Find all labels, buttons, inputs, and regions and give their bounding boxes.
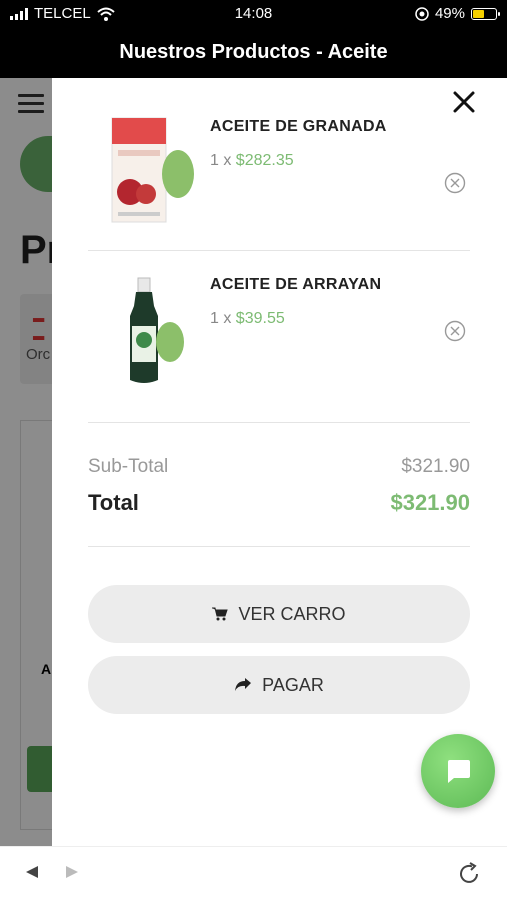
- cart-item-name[interactable]: ACEITE DE ARRAYAN: [210, 276, 381, 294]
- total-label: Total: [88, 490, 139, 515]
- qty-prefix: 1 x: [210, 152, 236, 169]
- battery-percent: 49%: [434, 5, 465, 22]
- page-title: Nuestros Productos - Aceite: [0, 28, 507, 78]
- checkout-label: PAGAR: [262, 674, 324, 695]
- view-cart-button[interactable]: VER CARRO: [88, 585, 470, 643]
- product-image-granada[interactable]: [106, 114, 198, 232]
- back-arrow-icon[interactable]: [24, 865, 40, 879]
- cart-icon: [212, 607, 229, 621]
- divider: [88, 422, 470, 423]
- qty-prefix: 1 x: [210, 310, 236, 327]
- cart-item: ACEITE DE GRANADA 1 x $282.35: [88, 114, 470, 244]
- forward-arrow-icon[interactable]: [64, 865, 80, 879]
- cart-item-price: $282.35: [235, 152, 294, 169]
- battery-icon: [471, 7, 500, 20]
- subtotal-value: $321.90: [401, 456, 470, 477]
- divider: [88, 250, 470, 251]
- total-value: $321.90: [390, 490, 470, 515]
- share-arrow-icon: [235, 678, 252, 691]
- remove-icon[interactable]: [444, 320, 466, 342]
- remove-icon[interactable]: [444, 172, 466, 194]
- chat-button[interactable]: [421, 734, 495, 808]
- cart-item: ACEITE DE ARRAYAN 1 x $39.55: [88, 276, 470, 394]
- cart-item-qty: 1 x $39.55: [210, 310, 285, 328]
- browser-bottom-bar: [0, 846, 507, 900]
- cart-item-name[interactable]: ACEITE DE GRANADA: [210, 118, 387, 136]
- chat-icon: [448, 760, 470, 783]
- divider: [88, 546, 470, 547]
- status-bar: TELCEL 14:08 49%: [0, 0, 507, 28]
- location-icon: [415, 6, 429, 21]
- cart-item-qty: 1 x $282.35: [210, 152, 294, 170]
- close-icon[interactable]: [450, 88, 478, 116]
- checkout-button[interactable]: PAGAR: [88, 656, 470, 714]
- status-right: 49%: [415, 5, 500, 22]
- product-image-arrayan[interactable]: [106, 276, 198, 394]
- reload-icon[interactable]: [456, 861, 482, 887]
- subtotal-label: Sub-Total: [88, 456, 169, 477]
- cart-panel: ACEITE DE GRANADA 1 x $282.35 ACEITE DE …: [52, 78, 507, 846]
- cart-item-price: $39.55: [235, 310, 285, 327]
- view-cart-label: VER CARRO: [238, 603, 346, 624]
